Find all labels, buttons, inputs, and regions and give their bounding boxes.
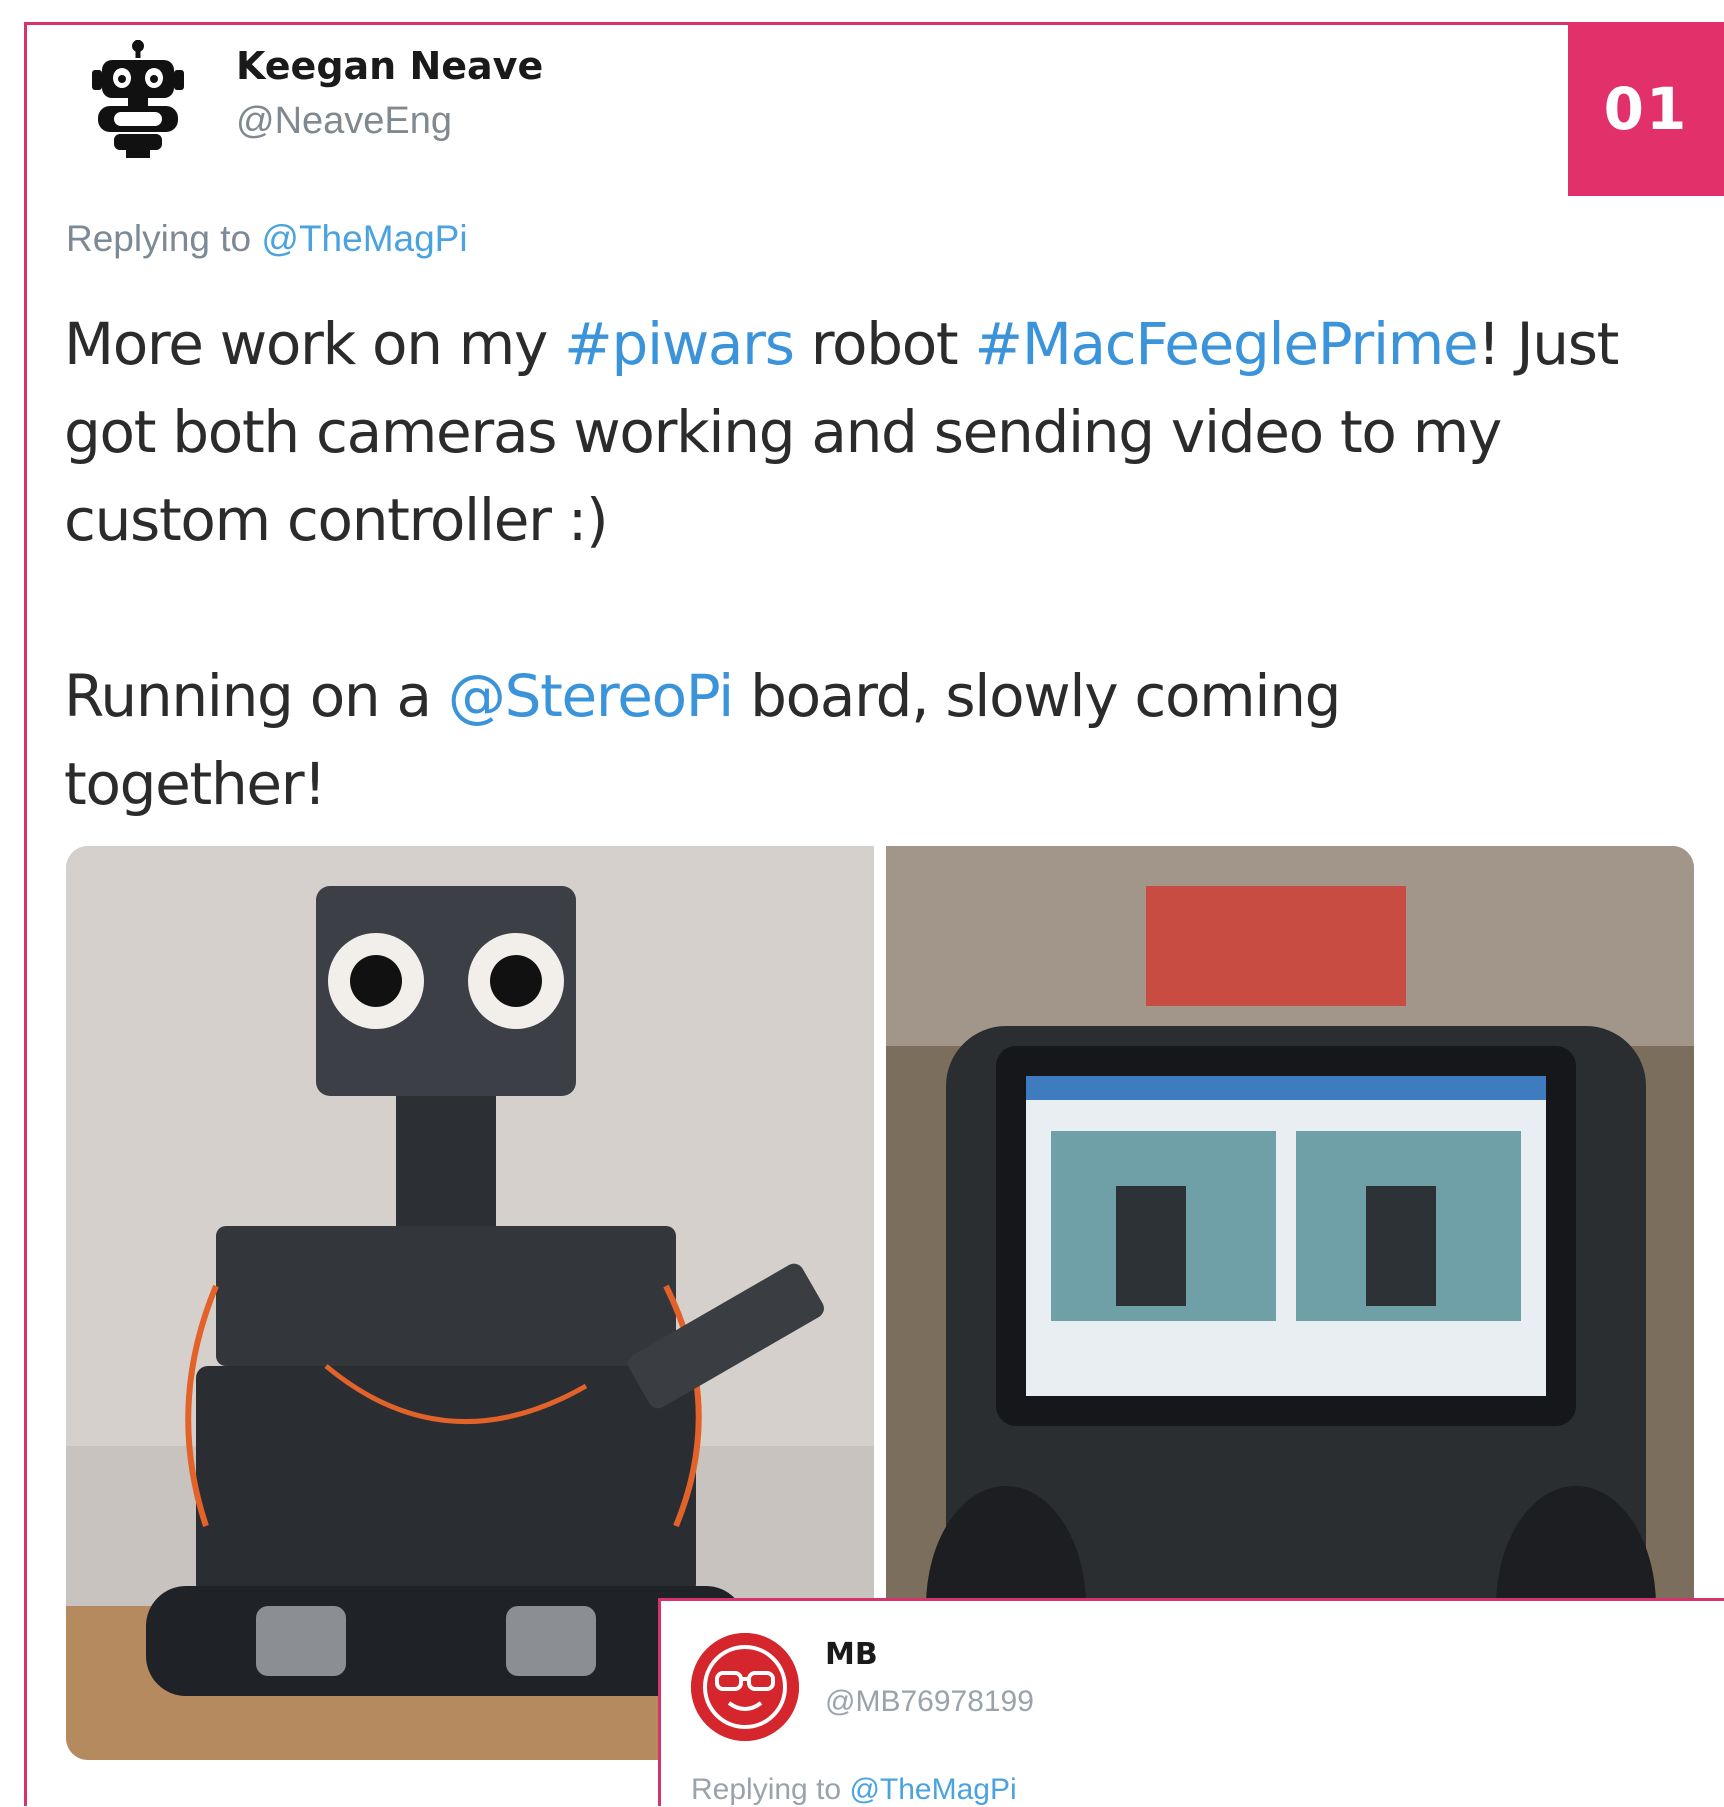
reply-author-handle[interactable]: @MB76978199 [825, 1685, 1034, 1719]
reply-replying-to-mention[interactable]: @TheMagPi [849, 1773, 1016, 1806]
badge-number: 01 [1603, 75, 1689, 143]
hashtag-piwars[interactable]: #piwars [564, 310, 795, 378]
replying-prefix: Replying to [66, 218, 262, 259]
tweet-line-1: More work on my #piwars robot #MacFeegle… [64, 300, 1704, 388]
tweet-line-3: custom controller :) [64, 486, 609, 554]
tweet-text-segment: Running on a [64, 662, 448, 730]
tweet-text-segment: board, slowly coming [732, 662, 1341, 730]
tweet-line-4: Running on a @StereoPi board, slowly com… [64, 652, 1704, 740]
tweet-line-2: got both cameras working and sending vid… [64, 398, 1502, 466]
reply-replying-to-line: Replying to @TheMagPi [691, 1773, 1017, 1807]
robot-icon[interactable] [88, 40, 188, 160]
reply-replying-prefix: Replying to [691, 1773, 850, 1806]
glasses-face-icon[interactable] [691, 1633, 799, 1741]
tweet-text-segment: More work on my [64, 310, 565, 378]
replying-to-mention[interactable]: @TheMagPi [261, 218, 467, 259]
reply-author-name[interactable]: MB [825, 1637, 878, 1672]
author-name[interactable]: Keegan Neave [236, 44, 543, 88]
tweet-text-segment: ! Just [1477, 310, 1619, 378]
replying-to-line: Replying to @TheMagPi [66, 218, 468, 260]
author-handle[interactable]: @NeaveEng [236, 100, 452, 143]
tweet-text-segment: robot [793, 310, 975, 378]
tweet-line-5: together! [64, 750, 327, 818]
item-number-badge: 01 [1568, 22, 1724, 196]
reply-tweet-card[interactable]: MB @MB76978199 Replying to @TheMagPi [658, 1598, 1724, 1806]
tweet-body: More work on my #piwars robot #MacFeegle… [64, 300, 1704, 828]
mention-stereopi[interactable]: @StereoPi [448, 662, 734, 730]
hashtag-macfeegleprime[interactable]: #MacFeeglePrime [975, 310, 1479, 378]
